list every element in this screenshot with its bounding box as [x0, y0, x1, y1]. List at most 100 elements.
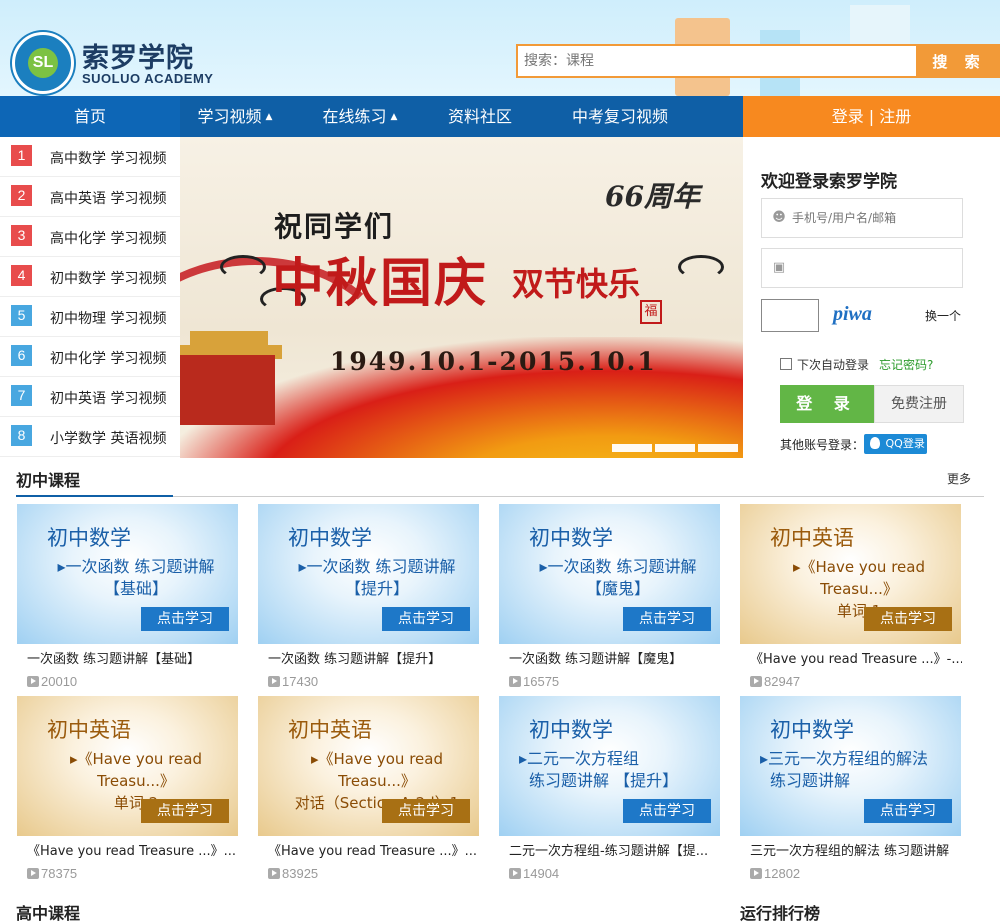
next-section-title: 高中课程 — [16, 904, 81, 923]
course-card[interactable]: 初中英语 ▸《Have you read Treasu...》 单词 1 点击学习… — [740, 504, 962, 694]
brand-name-cn: 索罗学院 — [82, 43, 194, 74]
course-thumbnail[interactable]: 初中数学 ▸一次函数 练习题讲解 【提升】 点击学习 — [258, 504, 479, 644]
nav-item-label: 资料社区 — [447, 107, 512, 126]
username-input[interactable] — [762, 199, 962, 237]
course-title[interactable]: 一次函数 练习题讲解【基础】 — [27, 648, 239, 667]
forgot-password-link[interactable]: 忘记密码? — [879, 356, 933, 373]
nav-item-home[interactable]: 首页 — [0, 96, 180, 137]
section-title: 初中课程 — [16, 471, 81, 490]
sidebar-item[interactable]: 2 高中英语 学习视频 — [0, 177, 180, 217]
dropdown-arrow-icon: ▲ — [390, 112, 398, 122]
view-count: 12802 — [750, 866, 800, 881]
login-button[interactable]: 登 录 — [780, 385, 874, 423]
login-panel: 欢迎登录索罗学院 ☻ ▣ piwa 换一个 下次自动登录 忘记密码? 登 录 免… — [743, 137, 1000, 458]
sidebar-item[interactable]: 1 高中数学 学习视频 — [0, 137, 180, 177]
course-card[interactable]: 初中数学 ▸一次函数 练习题讲解 【基础】 点击学习 一次函数 练习题讲解【基础】… — [17, 504, 238, 694]
logo[interactable]: SL — [12, 32, 74, 94]
banner-anniversary: 66周年 — [605, 180, 700, 213]
sidebar-item[interactable]: 3 高中化学 学习视频 — [0, 217, 180, 257]
course-card[interactable]: 初中英语 ▸《Have you read Treasu...》 对话（Sectio… — [258, 696, 479, 886]
slide-indicator[interactable] — [655, 444, 695, 452]
register-button[interactable]: 免费注册 — [874, 385, 964, 423]
course-thumbnail[interactable]: 初中英语 ▸《Have you read Treasu...》 单词 1 点击学习 — [740, 504, 961, 644]
captcha-input[interactable] — [761, 299, 819, 332]
course-thumbnail[interactable]: 初中数学 ▸三元一次方程组的解法 练习题讲解 点击学习 — [740, 696, 961, 836]
lock-icon: ▣ — [772, 260, 786, 275]
nav-item-resources[interactable]: 资料社区 — [430, 96, 530, 137]
start-learning-button[interactable]: 点击学习 — [864, 799, 952, 823]
more-link[interactable]: 更多 — [947, 470, 971, 487]
sidebar-item-number: 4 — [11, 265, 32, 286]
course-card[interactable]: 初中数学 ▸一次函数 练习题讲解 【魔鬼】 点击学习 一次函数 练习题讲解【魔鬼】… — [499, 504, 720, 694]
course-title[interactable]: 三元一次方程组的解法 练习题讲解 — [750, 840, 962, 859]
thumbnail-subject: 初中英语 — [288, 718, 372, 742]
start-learning-button[interactable]: 点击学习 — [623, 799, 711, 823]
course-title[interactable]: 《Have you read Treasure ...》... — [27, 840, 239, 859]
qq-login-button[interactable]: QQ登录 — [864, 434, 927, 454]
sidebar-item-number: 5 — [11, 305, 32, 326]
view-count: 14904 — [509, 866, 559, 881]
captcha-refresh-link[interactable]: 换一个 — [925, 307, 961, 324]
thumbnail-line: 一次函数 练习题讲解 — [306, 557, 456, 576]
qq-login-label: QQ登录 — [885, 437, 925, 450]
course-thumbnail[interactable]: 初中数学 ▸一次函数 练习题讲解 【魔鬼】 点击学习 — [499, 504, 720, 644]
course-thumbnail[interactable]: 初中英语 ▸《Have you read Treasu...》 单词 2 点击学习 — [17, 696, 238, 836]
thumbnail-subject: 初中数学 — [47, 526, 131, 550]
view-count-value: 20010 — [41, 674, 78, 689]
search-button[interactable]: 搜 索 — [918, 44, 1000, 78]
nav-item-online-practice[interactable]: 在线练习 ▲ — [305, 96, 415, 137]
course-card[interactable]: 初中数学 ▸二元一次方程组 练习题讲解 【提升】 点击学习 二元一次方程组-练习题… — [499, 696, 720, 886]
header-login-link[interactable]: 登录 — [832, 107, 864, 126]
start-learning-button[interactable]: 点击学习 — [623, 607, 711, 631]
cloud-ornament-icon — [220, 255, 266, 279]
logo-mark: SL — [28, 48, 58, 78]
sidebar-item[interactable]: 4 初中数学 学习视频 — [0, 257, 180, 297]
username-field: ☻ — [761, 198, 963, 238]
other-login-label: 其他账号登录： — [780, 438, 865, 452]
user-icon: ☻ — [772, 210, 786, 225]
play-icon — [750, 868, 762, 879]
course-card[interactable]: 初中英语 ▸《Have you read Treasu...》 单词 2 点击学习… — [17, 696, 238, 886]
slide-indicator[interactable] — [698, 444, 738, 452]
course-title[interactable]: 一次函数 练习题讲解【提升】 — [268, 648, 480, 667]
start-learning-button[interactable]: 点击学习 — [382, 799, 470, 823]
sidebar-item-label: 高中化学 学习视频 — [50, 231, 167, 247]
view-count-value: 14904 — [523, 866, 560, 881]
course-title[interactable]: 《Have you read Treasure ...》... — [268, 840, 480, 859]
sidebar-item-number: 2 — [11, 185, 32, 206]
password-input[interactable] — [762, 249, 962, 287]
thumbnail-subject: 初中数学 — [770, 718, 854, 742]
course-title[interactable]: 二元一次方程组-练习题讲解【提... — [509, 840, 721, 859]
course-thumbnail[interactable]: 初中英语 ▸《Have you read Treasu...》 对话（Sectio… — [258, 696, 479, 836]
course-title[interactable]: 《Have you read Treasure ...》-... — [750, 648, 962, 667]
course-thumbnail[interactable]: 初中数学 ▸二元一次方程组 练习题讲解 【提升】 点击学习 — [499, 696, 720, 836]
course-thumbnail[interactable]: 初中数学 ▸一次函数 练习题讲解 【基础】 点击学习 — [17, 504, 238, 644]
captcha-image[interactable]: piwa — [833, 303, 872, 326]
start-learning-button[interactable]: 点击学习 — [864, 607, 952, 631]
start-learning-button[interactable]: 点击学习 — [141, 799, 229, 823]
sidebar-item[interactable]: 7 初中英语 学习视频 — [0, 377, 180, 417]
view-count-value: 12802 — [764, 866, 801, 881]
nav-item-study-videos[interactable]: 学习视频 ▲ — [180, 96, 290, 137]
course-title[interactable]: 一次函数 练习题讲解【魔鬼】 — [509, 648, 721, 667]
password-field: ▣ — [761, 248, 963, 288]
search-input[interactable] — [518, 46, 916, 76]
thumbnail-line: 二元一次方程组 — [527, 749, 640, 768]
header-register-link[interactable]: 注册 — [879, 107, 911, 126]
sidebar-item[interactable]: 5 初中物理 学习视频 — [0, 297, 180, 337]
start-learning-button[interactable]: 点击学习 — [382, 607, 470, 631]
start-learning-button[interactable]: 点击学习 — [141, 607, 229, 631]
sidebar-item[interactable]: 8 小学数学 英语视频 — [0, 417, 180, 457]
sidebar-item[interactable]: 6 初中化学 学习视频 — [0, 337, 180, 377]
header-decoration — [850, 5, 910, 45]
promo-banner[interactable]: 66周年 祝同学们 中秋国庆 双节快乐 福 1949.10.1-2015.10.… — [180, 137, 743, 458]
nav-item-label: 学习视频 — [197, 107, 262, 126]
course-card[interactable]: 初中数学 ▸三元一次方程组的解法 练习题讲解 点击学习 三元一次方程组的解法 练习… — [740, 696, 961, 886]
thumbnail-description: ▸二元一次方程组 练习题讲解 【提升】 — [519, 748, 717, 792]
view-count-value: 16575 — [523, 674, 560, 689]
nav-item-exam-review[interactable]: 中考复习视频 — [545, 96, 695, 137]
slide-indicator[interactable] — [612, 444, 652, 452]
course-card[interactable]: 初中数学 ▸一次函数 练习题讲解 【提升】 点击学习 一次函数 练习题讲解【提升】… — [258, 504, 479, 694]
remember-checkbox[interactable] — [780, 358, 792, 370]
sidebar-item-label: 初中英语 学习视频 — [50, 391, 167, 407]
